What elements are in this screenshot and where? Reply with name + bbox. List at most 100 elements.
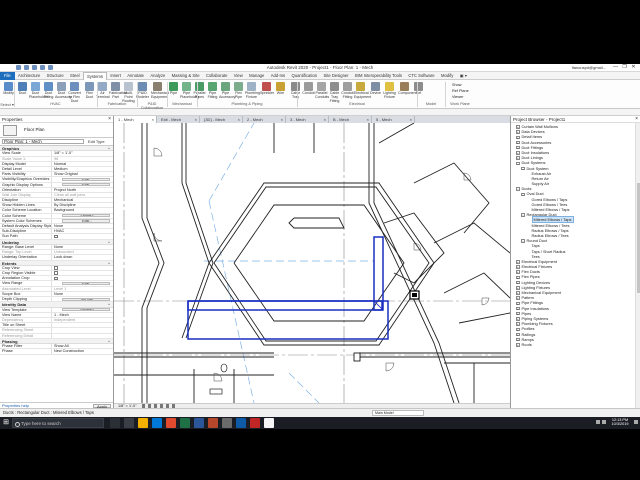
tab-ctc-software[interactable]: CTC Software <box>405 72 438 80</box>
view-tab-3d-mech[interactable]: {3D} - Mech × <box>200 116 243 123</box>
view-tab-exit-mech[interactable]: Exit - Mech × <box>157 116 200 123</box>
tool-duct-fitting[interactable]: Duct Fitting <box>42 82 55 100</box>
tool-wire[interactable]: Wire <box>274 82 287 96</box>
tab-massing-site[interactable]: Massing & Site <box>168 72 202 80</box>
floor-plan-drawing[interactable] <box>114 123 510 403</box>
close-icon[interactable]: × <box>324 116 326 123</box>
expand-toggle-icon[interactable]: − <box>516 187 520 191</box>
tool-parallel-conduits[interactable]: Parallel Conduits <box>315 82 329 100</box>
section-phasing[interactable]: Phasing <box>0 338 113 345</box>
property-checkbox[interactable] <box>52 271 113 275</box>
property-checkbox[interactable] <box>52 276 113 281</box>
tab-systems[interactable]: Systems <box>82 71 108 80</box>
taskbar-app-icon[interactable] <box>250 418 260 428</box>
close-icon[interactable]: × <box>367 116 369 123</box>
property-value[interactable]: Medium <box>52 167 113 171</box>
checkbox[interactable] <box>54 276 58 281</box>
expand-toggle-icon[interactable]: + <box>516 286 520 290</box>
expand-toggle-icon[interactable]: + <box>516 306 520 311</box>
browser-scrollbar[interactable] <box>635 123 640 408</box>
expand-toggle-icon[interactable]: + <box>516 156 520 160</box>
tool-show[interactable]: Show <box>452 83 462 87</box>
rectangular-duct[interactable] <box>187 236 389 340</box>
close-icon[interactable]: × <box>410 116 412 123</box>
windows-start-icon[interactable]: ⊞ <box>2 419 10 427</box>
taskbar-app-icon[interactable] <box>236 418 246 428</box>
property-value[interactable]: None <box>52 245 113 249</box>
taskbar-app-icon[interactable] <box>152 418 162 428</box>
tab-bim-interoperability-tools[interactable]: BIM Interoperability Tools <box>352 72 405 80</box>
property-value[interactable]: Mechanical <box>52 198 113 202</box>
browser-item[interactable]: + Roofs <box>511 342 640 347</box>
tool-flex-pipe[interactable]: Flex Pipe <box>232 82 245 100</box>
close-icon[interactable]: × <box>635 116 638 122</box>
tool-plumbing-fixture[interactable]: Plumbing Fixture <box>245 82 260 100</box>
close-icon[interactable]: × <box>281 116 283 123</box>
tab-add-ins[interactable]: Add-Ins <box>268 72 289 80</box>
tool-flex-duct[interactable]: Flex Duct <box>83 82 96 100</box>
checkbox[interactable] <box>54 234 58 239</box>
property-value[interactable]: New Construction <box>52 349 113 353</box>
view-tab-3-mech[interactable]: 3 - Mech × <box>286 116 329 123</box>
network-icon[interactable] <box>596 420 600 424</box>
section-underlay[interactable]: Underlay <box>0 239 113 245</box>
property-checkbox[interactable] <box>52 266 113 270</box>
property-value[interactable]: By Discipline <box>52 203 113 207</box>
property-value[interactable]: 1/8" = 1'-0" <box>52 151 113 155</box>
scrollbar-thumb[interactable] <box>636 183 640 293</box>
taskbar-app-icon[interactable] <box>138 418 148 428</box>
expand-toggle-icon[interactable]: − <box>516 161 520 166</box>
section-graphics[interactable]: Graphics <box>0 146 113 152</box>
expand-toggle-icon[interactable]: + <box>516 317 520 321</box>
expand-toggle-icon[interactable]: + <box>516 151 520 155</box>
expand-toggle-icon[interactable]: + <box>516 332 520 337</box>
property-edit-button[interactable]: <None> <box>62 308 110 312</box>
close-button[interactable]: ✕ <box>629 64 638 71</box>
taskbar-app-icon[interactable] <box>222 418 232 428</box>
tool-viewer[interactable]: Viewer <box>452 95 464 99</box>
view-tab-1-mech[interactable]: 1 - Mech × <box>114 116 157 123</box>
expand-toggle-icon[interactable]: + <box>516 343 520 347</box>
property-value[interactable]: None <box>52 224 113 228</box>
expand-toggle-icon[interactable]: + <box>516 140 520 145</box>
expand-toggle-icon[interactable]: − <box>521 166 525 171</box>
tool-ref-plane[interactable]: Ref Plane <box>452 89 469 93</box>
taskbar-app-icon[interactable] <box>264 418 274 428</box>
section-extents[interactable]: Extents <box>0 260 113 266</box>
tab-manage[interactable]: Manage <box>246 72 268 80</box>
expand-toggle-icon[interactable]: − <box>521 239 525 243</box>
tab-analyze[interactable]: Analyze <box>147 72 168 80</box>
tool-duct-placeholder[interactable]: Duct Placeholder <box>29 82 48 100</box>
property-value[interactable]: Normal <box>52 162 113 166</box>
taskbar-app-icon[interactable] <box>180 418 190 428</box>
tool-conduit[interactable]: Conduit <box>302 82 315 96</box>
tool-duct[interactable]: Duct <box>16 82 29 96</box>
expand-toggle-icon[interactable]: + <box>516 260 520 264</box>
property-value[interactable]: Look down <box>52 255 113 259</box>
taskbar-search-input[interactable]: Type here to search <box>12 418 104 428</box>
taskbar-app-icon[interactable] <box>124 418 134 428</box>
expand-toggle-icon[interactable]: + <box>516 135 520 140</box>
tab-view[interactable]: View <box>231 72 246 80</box>
volume-icon[interactable] <box>602 420 606 424</box>
taskbar-app-icon[interactable] <box>194 418 204 428</box>
tool-set[interactable]: Set <box>412 82 425 96</box>
property-value[interactable]: Background <box>52 208 113 212</box>
tab-steel[interactable]: Steel <box>67 72 83 80</box>
user-account[interactable]: lfanouspd@gmail... <box>572 65 606 70</box>
property-edit-button[interactable]: Edit... <box>62 219 110 223</box>
property-value[interactable]: HVAC <box>52 229 113 233</box>
tab-annotate[interactable]: Annotate <box>124 72 147 80</box>
expand-toggle-icon[interactable]: + <box>516 280 520 285</box>
tool-duct-accessory[interactable]: Duct Accessory <box>55 82 72 100</box>
property-edit-button[interactable]: Edit... <box>62 281 110 286</box>
tab-quantification[interactable]: Quantification <box>288 72 320 80</box>
checkbox[interactable] <box>54 271 58 275</box>
tab-site-designer[interactable]: Site Designer <box>320 72 352 80</box>
tool-parallel-pipes[interactable]: Parallel Pipes <box>193 82 206 100</box>
property-value[interactable]: 1 - Mech <box>52 313 113 317</box>
tool-cable-tray-fitting[interactable]: Cable Tray Fitting <box>328 82 341 103</box>
view-tab-b-mech[interactable]: B - Mech × <box>329 116 372 123</box>
expand-toggle-icon[interactable]: + <box>516 311 520 316</box>
active-model-field[interactable]: Main Model <box>372 410 424 416</box>
